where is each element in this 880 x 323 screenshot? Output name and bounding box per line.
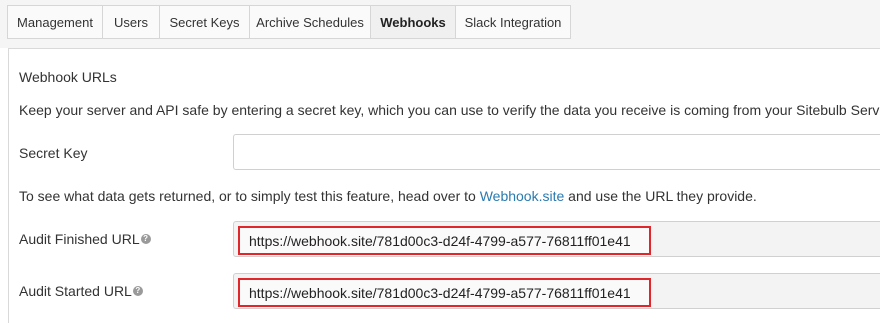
audit-finished-label: Audit Finished URL?: [19, 231, 151, 247]
help-text: To see what data gets returned, or to si…: [19, 188, 757, 204]
question-circle-icon[interactable]: ?: [132, 286, 143, 297]
audit-started-url-value[interactable]: https://webhook.site/781d00c3-d24f-4799-…: [238, 278, 651, 307]
audit-started-label-text: Audit Started URL: [19, 283, 132, 299]
tab-label: Webhooks: [380, 14, 446, 30]
question-circle-icon[interactable]: ?: [140, 234, 151, 245]
tab-label: Archive Schedules: [256, 14, 364, 30]
tab-archive-schedules[interactable]: Archive Schedules: [249, 5, 371, 39]
tab-label: Management: [17, 14, 93, 30]
tab-slack-integration[interactable]: Slack Integration: [455, 5, 571, 39]
secret-key-label: Secret Key: [19, 145, 88, 161]
tab-label: Users: [114, 14, 148, 30]
section-description: Keep your server and API safe by enterin…: [19, 102, 880, 118]
webhook-site-link[interactable]: Webhook.site: [480, 188, 565, 204]
section-title: Webhook URLs: [19, 69, 117, 85]
help-suffix: and use the URL they provide.: [564, 188, 757, 204]
tab-label: Secret Keys: [169, 14, 240, 30]
tab-management[interactable]: Management: [7, 5, 103, 39]
audit-started-label: Audit Started URL?: [19, 283, 143, 299]
help-prefix: To see what data gets returned, or to si…: [19, 188, 480, 204]
tab-users[interactable]: Users: [102, 5, 160, 39]
audit-finished-label-text: Audit Finished URL: [19, 231, 140, 247]
tab-label: Slack Integration: [464, 14, 562, 30]
tab-bar: Management Users Secret Keys Archive Sch…: [0, 0, 880, 48]
secret-key-input[interactable]: [233, 134, 880, 170]
audit-finished-url-value[interactable]: https://webhook.site/781d00c3-d24f-4799-…: [238, 226, 651, 255]
tab-webhooks[interactable]: Webhooks: [370, 5, 456, 39]
tab-secret-keys[interactable]: Secret Keys: [159, 5, 250, 39]
